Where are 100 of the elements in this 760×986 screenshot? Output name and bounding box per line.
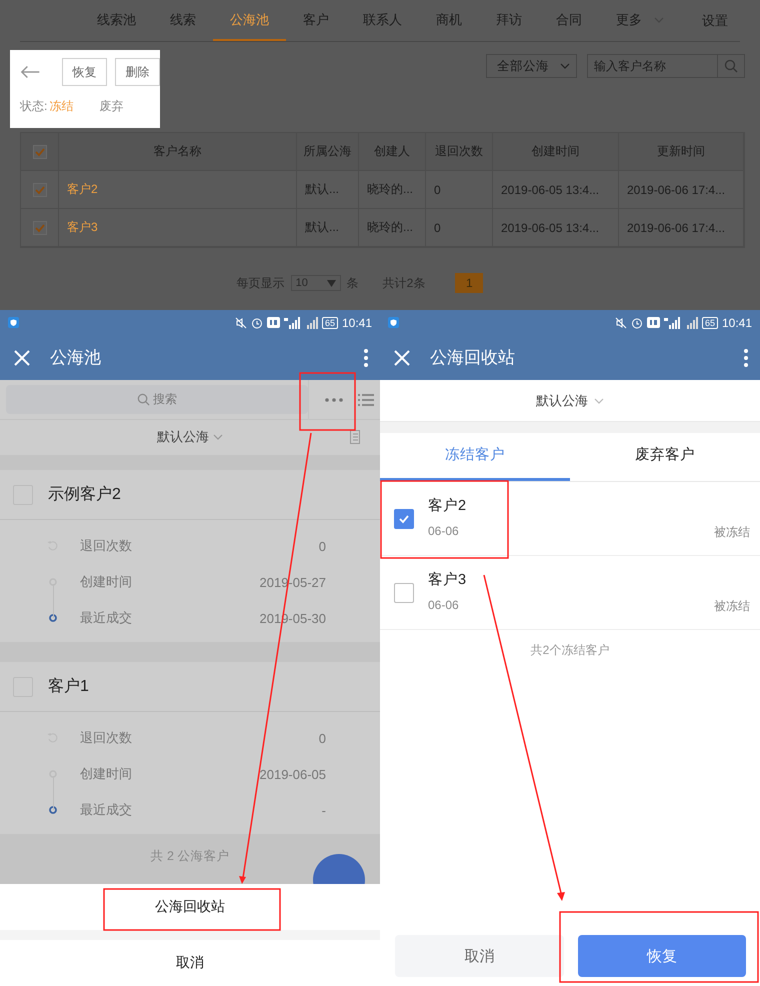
table-cell: 晓玲的... [359,171,426,209]
nav-link[interactable]: 拜访 [479,0,539,41]
action-button[interactable]: 恢复 [62,58,107,86]
check-icon [34,222,46,234]
nav-link[interactable]: 线索池 [80,0,153,41]
table-cell: 默认... [297,209,359,247]
shield-icon [388,317,399,328]
search-field[interactable]: 搜索 [6,385,308,414]
nav-link[interactable]: 线索 [153,0,213,41]
field-label: 创建时间 [80,573,133,591]
field-label: 最近成交 [80,801,133,819]
field-label: 退回次数 [80,729,133,747]
table-cell: 2019-06-05 13:4... [493,171,619,209]
check-icon [398,512,410,524]
page-number[interactable]: 1 [455,273,484,293]
hd-icon [266,317,280,328]
page-title: 公海池 [50,347,102,369]
checkbox[interactable] [32,220,46,234]
customer-status: 被冻结 [714,524,750,541]
alarm-icon [250,316,263,328]
checkbox[interactable] [32,182,46,196]
clock-time: 10:41 [722,316,752,330]
customer-date: 06-06 [428,598,459,614]
page-title: 公海回收站 [430,347,516,369]
battery-level: 65 [322,316,338,328]
chevron-down-icon [213,434,223,440]
cancel-button[interactable]: 取消 [0,940,380,986]
customer-name: 示例客户2 [48,484,121,505]
more-horizontal-icon[interactable] [324,398,342,402]
customer-name: 客户3 [428,570,468,589]
annotation-box [299,372,356,431]
check-icon [34,146,46,158]
pool-select[interactable]: 全部公海 [486,54,577,78]
table-cell: 晓玲的... [359,209,426,247]
signal-icon [664,316,680,328]
customer-count: 共 2 公海客户 [150,848,230,865]
table-cell: 0 [426,209,493,247]
pool-dropdown[interactable]: 默认公海 [157,428,223,446]
column-header: 创建时间 [493,133,619,171]
status-label: 状态: [20,98,48,115]
checkbox[interactable] [394,582,414,602]
chevron-down-icon [560,63,570,69]
table-cell: 2019-06-05 13:4... [493,209,619,247]
more-vertical-icon[interactable] [744,348,748,366]
search-icon [724,59,738,73]
restore-button[interactable]: 恢复 [578,935,746,977]
field-value: 0 [318,538,326,554]
checkbox[interactable] [32,144,46,158]
close-icon[interactable] [14,350,30,366]
table-cell: 默认... [297,171,359,209]
pool-dropdown[interactable]: 默认公海 [536,392,604,410]
menu-item[interactable]: 公海回收站 [0,884,380,930]
close-icon[interactable] [394,350,410,366]
list-icon[interactable] [358,394,374,406]
column-header: 退回次数 [426,133,493,171]
customer-link[interactable]: 客户2 [59,171,297,209]
table-cell: 2019-06-06 17:4... [619,209,744,247]
battery-level: 65 [702,316,718,328]
nav-link[interactable]: 公海池 [213,0,286,41]
field-value: - [322,802,326,818]
action-button[interactable]: 删除 [114,58,160,86]
document-icon[interactable] [350,430,362,444]
nav-link[interactable]: 合同 [539,0,599,41]
table-cell: 0 [426,171,493,209]
circle-icon [49,614,57,622]
mute-icon [614,316,627,328]
column-header: 所属公海 [297,133,359,171]
status-filter[interactable]: 冻结 [49,98,74,115]
customer-status: 被冻结 [714,598,750,615]
settings-link[interactable]: 设置 [702,0,740,41]
cancel-button[interactable]: 取消 [395,935,564,977]
alarm-icon [630,316,643,328]
clock-time: 10:41 [342,316,372,330]
field-label: 最近成交 [80,609,133,627]
search-field[interactable]: 输入客户名称 [587,54,718,78]
field-value: 0 [318,730,326,746]
customer-link[interactable]: 客户3 [59,209,297,247]
check-icon [34,184,46,196]
nav-link[interactable]: 商机 [419,0,479,41]
customer-name: 客户2 [428,496,468,515]
status-filter[interactable]: 废弃 [99,98,124,115]
field-label: 退回次数 [80,537,133,555]
more-vertical-icon[interactable] [364,348,368,366]
column-header: 客户名称 [59,133,297,171]
column-header: 创建人 [359,133,426,171]
customer-name: 客户1 [48,676,89,697]
customer-date: 06-06 [428,524,459,540]
back-arrow-icon[interactable] [20,65,40,79]
search-button[interactable] [718,54,745,78]
nav-link[interactable]: 客户 [286,0,346,41]
checkbox[interactable] [394,508,414,528]
hd-icon [646,317,660,328]
triangle-down-icon [326,280,336,286]
customer-count: 共2个冻结客户 [530,642,610,659]
search-icon [137,393,150,406]
nav-link[interactable]: 联系人 [346,0,419,41]
nav-link[interactable]: 更多 [599,0,681,41]
mute-icon [234,316,247,328]
chevron-down-icon [594,398,604,404]
field-label: 创建时间 [80,765,133,783]
